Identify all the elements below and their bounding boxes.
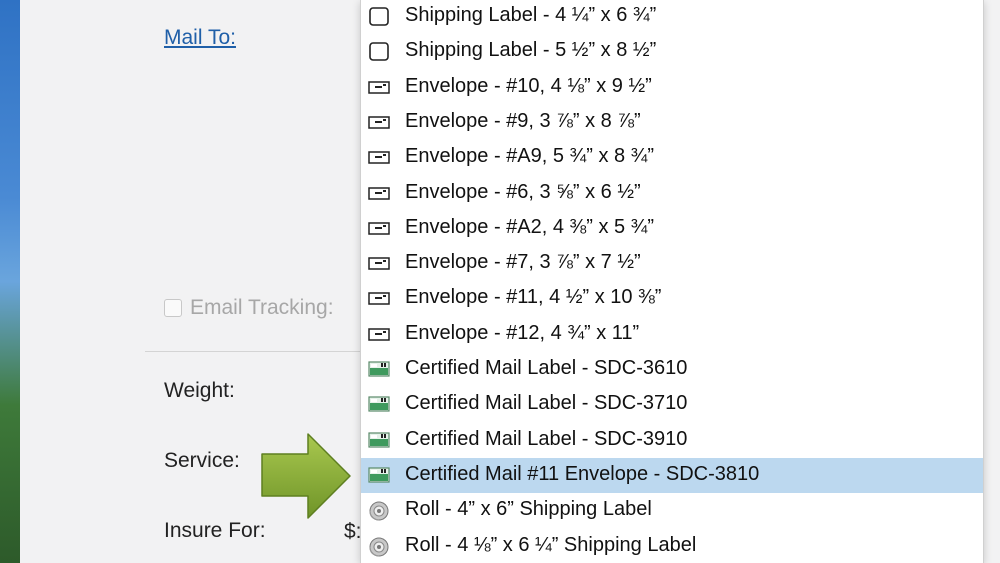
menu-item[interactable]: Shipping Label - 5 ½” x 8 ½” [361, 34, 983, 69]
weight-label: Weight: [164, 379, 235, 402]
menu-item[interactable]: Envelope - #12, 4 ¾” x 11” [361, 317, 983, 352]
menu-item-label: Envelope - #A2, 4 ⅜” x 5 ¾” [405, 215, 655, 238]
menu-item[interactable]: Envelope - #A9, 5 ¾” x 8 ¾” [361, 140, 983, 175]
menu-item[interactable]: Roll - 4” x 6” Shipping Label [361, 493, 983, 528]
service-label: Service: [164, 449, 240, 472]
envelope-icon [368, 217, 390, 239]
menu-item-label: Envelope - #10, 4 ⅛” x 9 ½” [405, 74, 652, 97]
menu-item-label: Envelope - #9, 3 ⅞” x 8 ⅞” [405, 109, 641, 132]
insure-for-label: Insure For: [164, 519, 266, 542]
desktop-background [0, 0, 20, 563]
label-type-dropdown-menu: Shipping Label - 4 ¼” x 6 ¾” Shipping Lab… [360, 0, 984, 563]
certified-mail-icon [368, 429, 390, 451]
form-divider [145, 351, 360, 352]
menu-item[interactable]: Envelope - #9, 3 ⅞” x 8 ⅞” [361, 105, 983, 140]
menu-item-label: Certified Mail Label - SDC-3610 [405, 357, 688, 379]
envelope-icon [368, 323, 390, 345]
certified-mail-icon [368, 358, 390, 380]
menu-item[interactable]: Envelope - #10, 4 ⅛” x 9 ½” [361, 70, 983, 105]
green-arrow-icon [261, 433, 351, 519]
menu-item[interactable]: Envelope - #7, 3 ⅞” x 7 ½” [361, 246, 983, 281]
menu-item-label: Certified Mail Label - SDC-3710 [405, 392, 688, 415]
menu-item[interactable]: Shipping Label - 4 ¼” x 6 ¾” [361, 0, 983, 34]
envelope-icon [368, 287, 390, 309]
menu-item[interactable]: Envelope - #6, 3 ⅝” x 6 ½” [361, 176, 983, 211]
menu-item-label: Shipping Label - 4 ¼” x 6 ¾” [405, 4, 657, 26]
email-tracking-checkbox[interactable] [164, 299, 182, 317]
envelope-icon [368, 182, 390, 204]
envelope-icon [368, 252, 390, 274]
shipping-label-icon [368, 40, 390, 62]
menu-item[interactable]: Certified Mail #11 Envelope - SDC-3810 [361, 457, 983, 493]
shipping-label-icon [368, 5, 390, 27]
menu-item-label: Envelope - #A9, 5 ¾” x 8 ¾” [405, 145, 655, 168]
menu-item-label: Certified Mail #11 Envelope - SDC-3810 [405, 462, 760, 485]
menu-item-label: Envelope - #6, 3 ⅝” x 6 ½” [405, 180, 641, 203]
mail-to-link[interactable]: Mail To: [164, 26, 236, 50]
menu-item-label: Roll - 4” x 6” Shipping Label [405, 498, 652, 521]
menu-item[interactable]: Certified Mail Label - SDC-3610 [361, 352, 983, 387]
menu-item[interactable]: Certified Mail Label - SDC-3710 [361, 387, 983, 422]
email-tracking-row: Email Tracking: [164, 296, 334, 320]
menu-item-label: Envelope - #7, 3 ⅞” x 7 ½” [405, 251, 641, 274]
menu-item[interactable]: Envelope - #A2, 4 ⅜” x 5 ¾” [361, 211, 983, 246]
menu-item[interactable]: Envelope - #11, 4 ½” x 10 ⅜” [361, 281, 983, 316]
roll-icon [368, 499, 390, 521]
menu-item-label: Shipping Label - 5 ½” x 8 ½” [405, 39, 657, 62]
envelope-icon [368, 146, 390, 168]
certified-mail-icon [368, 464, 390, 486]
menu-item[interactable]: Certified Mail Label - SDC-3910 [361, 423, 983, 458]
envelope-icon [368, 111, 390, 133]
email-tracking-label: Email Tracking: [190, 296, 334, 319]
menu-item-label: Roll - 4 ⅛” x 6 ¼” Shipping Label [405, 533, 697, 556]
envelope-icon [368, 76, 390, 98]
menu-item-label: Certified Mail Label - SDC-3910 [405, 427, 688, 450]
menu-item-label: Envelope - #12, 4 ¾” x 11” [405, 321, 640, 344]
roll-icon [368, 535, 390, 557]
menu-item[interactable]: Roll - 4 ⅛” x 6 ¼” Shipping Label [361, 529, 983, 563]
menu-item-label: Envelope - #11, 4 ½” x 10 ⅜” [405, 286, 662, 309]
certified-mail-icon [368, 393, 390, 415]
